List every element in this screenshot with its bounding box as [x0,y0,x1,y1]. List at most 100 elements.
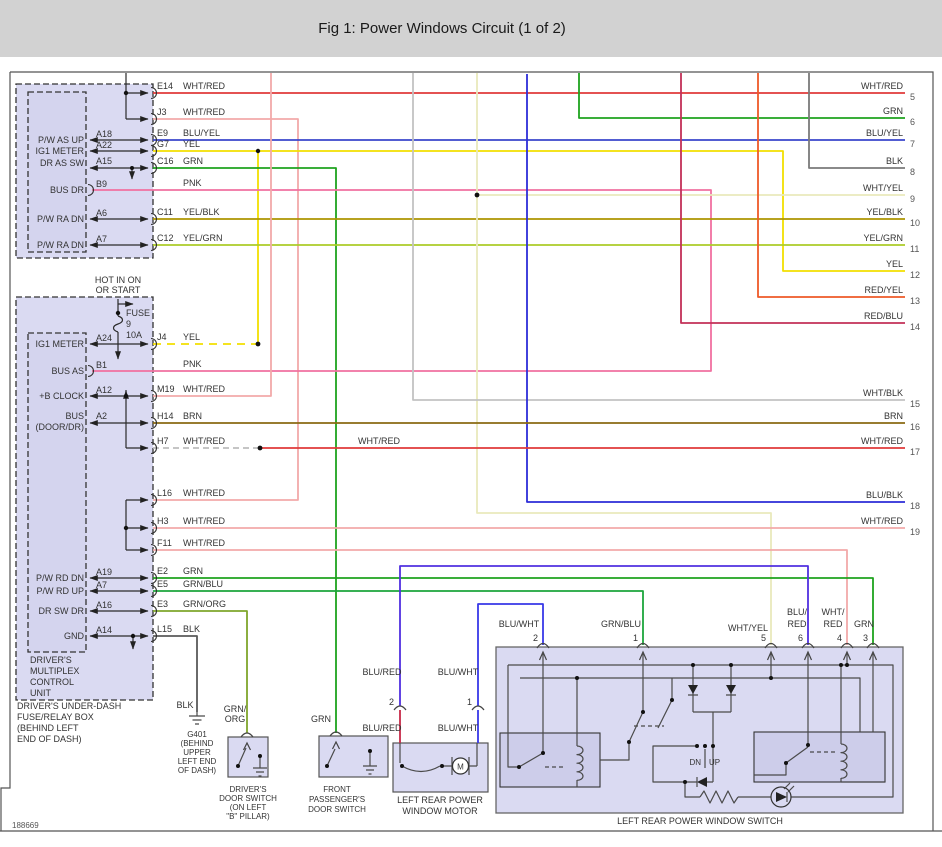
svg-text:BUS DR: BUS DR [50,185,85,195]
svg-text:PNK: PNK [183,178,202,188]
svg-text:UNIT: UNIT [30,688,51,698]
svg-text:3: 3 [863,633,868,643]
svg-text:A2: A2 [96,411,107,421]
svg-text:WHT/RED: WHT/RED [183,384,225,394]
svg-text:GRN: GRN [183,566,203,576]
wire-c16-grn [153,167,337,733]
diagram-id: 188669 [12,821,39,830]
svg-text:DOOR SWITCH: DOOR SWITCH [308,805,366,814]
svg-text:WHT/RED: WHT/RED [861,516,903,526]
page-title: Fig 1: Power Windows Circuit (1 of 2) [318,20,566,37]
svg-text:WHT/RED: WHT/RED [183,538,225,548]
svg-text:17: 17 [910,447,920,457]
svg-text:WHT/RED: WHT/RED [861,81,903,91]
svg-text:DOOR SWITCH: DOOR SWITCH [219,794,277,803]
svg-text:BLU/YEL: BLU/YEL [183,128,220,138]
svg-text:WHT/YEL: WHT/YEL [728,623,768,633]
svg-text:2: 2 [533,633,538,643]
svg-text:YEL: YEL [183,332,200,342]
svg-text:DR SW DR: DR SW DR [39,606,85,616]
wires [92,73,905,743]
svg-text:18: 18 [910,501,920,511]
svg-text:WHT/RED: WHT/RED [183,107,225,117]
svg-text:GRN: GRN [854,619,874,629]
svg-text:YEL/BLK: YEL/BLK [183,207,220,217]
svg-text:(ON LEFT: (ON LEFT [230,803,267,812]
svg-text:BLU/BLK: BLU/BLK [866,490,903,500]
svg-text:RED/BLU: RED/BLU [864,311,903,321]
svg-text:(DOOR/DR): (DOOR/DR) [36,422,85,432]
svg-text:LEFT END: LEFT END [178,757,217,766]
right-edge-rows: WHT/RED 5 GRN 6 BLU/YEL 7 BLK 8 WHT/YEL 9 YEL… [861,81,920,537]
svg-text:UPPER: UPPER [183,748,211,757]
svg-text:A18: A18 [96,129,112,139]
rear-switch-caption: LEFT REAR POWER WINDOW SWITCH [617,816,783,826]
svg-text:7: 7 [910,139,915,149]
svg-text:G401: G401 [187,730,207,739]
svg-text:FUSE/RELAY BOX: FUSE/RELAY BOX [17,712,94,722]
svg-text:YEL/GRN: YEL/GRN [863,233,903,243]
svg-text:WHT/RED: WHT/RED [183,488,225,498]
svg-text:5: 5 [910,92,915,102]
svg-text:5: 5 [761,633,766,643]
svg-text:RED: RED [787,619,807,629]
svg-text:WINDOW MOTOR: WINDOW MOTOR [402,806,478,816]
svg-text:F11: F11 [157,538,172,548]
svg-text:"B" PILLAR): "B" PILLAR) [226,812,270,821]
window-motor-box [392,742,489,793]
svg-text:A19: A19 [96,567,112,577]
svg-text:H7: H7 [157,436,169,446]
svg-text:LEFT REAR POWER: LEFT REAR POWER [397,795,483,805]
svg-text:A14: A14 [96,625,112,635]
wire-j3-l16-whtred [153,118,299,501]
wire-row15-whtblk [412,73,905,401]
driver-door-switch-box [227,736,269,778]
svg-text:P/W RA DN: P/W RA DN [37,240,84,250]
svg-text:RED: RED [823,619,843,629]
svg-text:GRN/BLU: GRN/BLU [183,579,223,589]
svg-text:19: 19 [910,527,920,537]
svg-text:13: 13 [910,296,920,306]
svg-text:DR AS SW: DR AS SW [40,158,85,168]
svg-text:A7: A7 [96,580,107,590]
wire-g7-yel [153,150,905,272]
svg-text:DRIVER'S UNDER-DASH: DRIVER'S UNDER-DASH [17,701,121,711]
svg-text:E2: E2 [157,566,168,576]
svg-text:DN: DN [689,758,701,767]
wire-row18-blublk [526,74,905,503]
svg-text:WHT/YEL: WHT/YEL [863,183,903,193]
svg-text:ORG: ORG [225,714,246,724]
svg-text:L15: L15 [157,624,172,634]
svg-text:6: 6 [910,117,915,127]
svg-text:H14: H14 [157,411,174,421]
svg-text:FUSE: FUSE [126,308,150,318]
svg-text:J3: J3 [157,107,167,117]
svg-text:10A: 10A [126,330,142,340]
svg-text:OR START: OR START [96,285,141,295]
svg-text:A24: A24 [96,333,112,343]
wire-e5-grnblu [153,590,644,645]
svg-text:1: 1 [633,633,638,643]
svg-text:12: 12 [910,270,920,280]
svg-text:PNK: PNK [183,359,202,369]
svg-text:DRIVER'S: DRIVER'S [30,655,72,665]
svg-text:1: 1 [467,697,472,707]
svg-text:A12: A12 [96,385,112,395]
relay-left-box [499,732,601,788]
svg-text:GND: GND [64,631,85,641]
svg-text:YEL: YEL [886,259,903,269]
svg-text:4: 4 [837,633,842,643]
svg-text:9: 9 [910,194,915,204]
svg-text:BRN: BRN [183,411,202,421]
svg-text:WHT/RED: WHT/RED [183,436,225,446]
svg-text:A6: A6 [96,208,107,218]
svg-text:UP: UP [709,758,720,767]
svg-text:P/W RA DN: P/W RA DN [37,214,84,224]
wire-row6-grn [578,73,905,119]
rear-window-switch-box [495,646,904,814]
svg-text:BLU/WHT: BLU/WHT [499,619,540,629]
svg-text:IG1 METER: IG1 METER [35,339,84,349]
svg-text:P/W RD DN: P/W RD DN [36,573,84,583]
motor-symbol: M [457,763,464,772]
svg-text:YEL/BLK: YEL/BLK [866,207,903,217]
